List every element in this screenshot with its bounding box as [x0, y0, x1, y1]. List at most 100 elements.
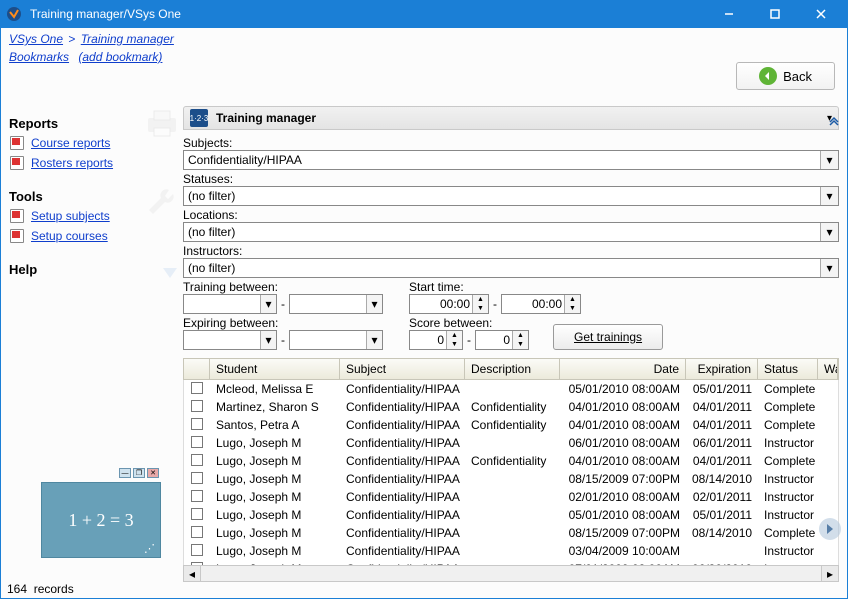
row-checkbox[interactable]	[184, 454, 210, 469]
chevron-down-icon: ▾	[366, 331, 382, 349]
spin-down-icon[interactable]: ▼	[565, 304, 580, 313]
locations-combo[interactable]: (no filter)▾	[183, 222, 839, 242]
minimize-button[interactable]	[706, 0, 752, 28]
sidebar-item-rosters-reports[interactable]: Rosters reports	[9, 155, 175, 171]
cell-expiration: 02/01/2011	[686, 490, 758, 504]
widget-close-icon[interactable]: ✕	[147, 468, 159, 478]
spin-up-icon[interactable]: ▲	[565, 295, 580, 304]
spin-down-icon[interactable]: ▼	[447, 340, 462, 349]
spin-up-icon[interactable]: ▲	[473, 295, 488, 304]
training-to-date[interactable]: ▾	[289, 294, 383, 314]
wrench-icon	[145, 186, 179, 220]
row-checkbox[interactable]	[184, 472, 210, 487]
row-checkbox[interactable]	[184, 508, 210, 523]
table-row[interactable]: Lugo, Joseph MConfidentiality/HIPAAConfi…	[184, 452, 838, 470]
dash: -	[279, 297, 287, 311]
table-row[interactable]: Lugo, Joseph MConfidentiality/HIPAA02/01…	[184, 488, 838, 506]
cell-description: Confidentiality	[465, 418, 560, 432]
statuses-label: Statuses:	[183, 172, 839, 186]
horizontal-scrollbar[interactable]: ◂ ▸	[183, 565, 839, 582]
breadcrumb-root[interactable]: VSys One	[9, 32, 63, 46]
cell-status: Instructor	[758, 436, 818, 450]
widget-max-icon[interactable]: ❐	[133, 468, 145, 478]
collapse-icon[interactable]	[825, 108, 843, 132]
sidebar-item-label: Rosters reports	[31, 156, 113, 170]
statuses-combo[interactable]: (no filter)▾	[183, 186, 839, 206]
cell-status: Instructor	[758, 544, 818, 558]
app-icon	[4, 4, 24, 24]
col-student[interactable]: Student	[210, 359, 340, 379]
score-from[interactable]: 0▲▼	[409, 330, 463, 350]
cell-subject: Confidentiality/HIPAA	[340, 436, 465, 450]
spin-up-icon[interactable]: ▲	[513, 331, 528, 340]
spin-value: 00:00	[440, 297, 470, 311]
scroll-left-icon[interactable]: ◂	[184, 566, 201, 581]
back-icon	[759, 67, 777, 85]
training-from-date[interactable]: ▾	[183, 294, 277, 314]
panel-title: Training manager	[216, 111, 316, 125]
dash: -	[465, 333, 473, 347]
report-icon	[9, 135, 25, 151]
expiring-to-date[interactable]: ▾	[289, 330, 383, 350]
col-expiration[interactable]: Expiration	[686, 359, 758, 379]
col-checkbox[interactable]	[184, 359, 210, 379]
chevron-down-icon: ▾	[820, 151, 838, 169]
spin-down-icon[interactable]: ▼	[473, 304, 488, 313]
row-checkbox[interactable]	[184, 526, 210, 541]
cell-date: 05/01/2010 08:00AM	[560, 508, 686, 522]
col-date[interactable]: Date	[560, 359, 686, 379]
row-checkbox[interactable]	[184, 418, 210, 433]
table-row[interactable]: Lugo, Joseph MConfidentiality/HIPAA05/01…	[184, 506, 838, 524]
cell-status: Complete	[758, 400, 818, 414]
cell-date: 05/01/2010 08:00AM	[560, 382, 686, 396]
col-subject[interactable]: Subject	[340, 359, 465, 379]
col-wa[interactable]: Wa	[818, 359, 838, 379]
sidebar-item-label: Course reports	[31, 136, 110, 150]
next-page-icon[interactable]	[819, 518, 841, 540]
cell-expiration: 05/01/2011	[686, 382, 758, 396]
instructors-combo[interactable]: (no filter)▾	[183, 258, 839, 278]
start-time-label: Start time:	[409, 280, 581, 294]
get-trainings-button[interactable]: Get trainings	[553, 324, 663, 350]
table-row[interactable]: Lugo, Joseph MConfidentiality/HIPAA03/04…	[184, 542, 838, 560]
table-row[interactable]: Lugo, Joseph MConfidentiality/HIPAA06/01…	[184, 434, 838, 452]
table-row[interactable]: Santos, Petra AConfidentiality/HIPAAConf…	[184, 416, 838, 434]
spin-down-icon[interactable]: ▼	[513, 340, 528, 349]
training-between-label: Training between:	[183, 280, 383, 294]
cell-date: 02/01/2010 08:00AM	[560, 490, 686, 504]
sidebar-item-label: Setup subjects	[31, 209, 110, 223]
cell-status: Instructor	[758, 508, 818, 522]
get-underline: G	[574, 330, 583, 344]
widget-min-icon[interactable]: —	[119, 468, 131, 478]
breadcrumb-current[interactable]: Training manager	[81, 32, 174, 46]
row-checkbox[interactable]	[184, 382, 210, 397]
table-row[interactable]: Lugo, Joseph MConfidentiality/HIPAA08/15…	[184, 470, 838, 488]
dash: -	[279, 333, 287, 347]
col-status[interactable]: Status	[758, 359, 818, 379]
start-time-from[interactable]: 00:00▲▼	[409, 294, 489, 314]
table-row[interactable]: Martinez, Sharon SConfidentiality/HIPAAC…	[184, 398, 838, 416]
back-button[interactable]: Back	[736, 62, 835, 90]
start-time-to[interactable]: 00:00▲▼	[501, 294, 581, 314]
row-checkbox[interactable]	[184, 436, 210, 451]
cell-student: Mcleod, Melissa E	[210, 382, 340, 396]
spin-up-icon[interactable]: ▲	[447, 331, 462, 340]
row-checkbox[interactable]	[184, 400, 210, 415]
row-checkbox[interactable]	[184, 544, 210, 559]
expiring-from-date[interactable]: ▾	[183, 330, 277, 350]
sidebar-item-setup-courses[interactable]: Setup courses	[9, 228, 175, 244]
table-row[interactable]: Mcleod, Melissa EConfidentiality/HIPAA05…	[184, 380, 838, 398]
row-checkbox[interactable]	[184, 490, 210, 505]
bookmarks-link[interactable]: Bookmarks	[9, 50, 69, 64]
score-to[interactable]: 0▲▼	[475, 330, 529, 350]
scroll-right-icon[interactable]: ▸	[821, 566, 838, 581]
add-bookmark-link[interactable]: (add bookmark)	[78, 50, 162, 64]
close-button[interactable]	[798, 0, 844, 28]
col-description[interactable]: Description	[465, 359, 560, 379]
maximize-button[interactable]	[752, 0, 798, 28]
cell-student: Lugo, Joseph M	[210, 544, 340, 558]
resize-grip-icon[interactable]: ⋰	[144, 542, 156, 555]
table-row[interactable]: Lugo, Joseph MConfidentiality/HIPAA08/15…	[184, 524, 838, 542]
subjects-combo[interactable]: Confidentiality/HIPAA▾	[183, 150, 839, 170]
cell-subject: Confidentiality/HIPAA	[340, 490, 465, 504]
